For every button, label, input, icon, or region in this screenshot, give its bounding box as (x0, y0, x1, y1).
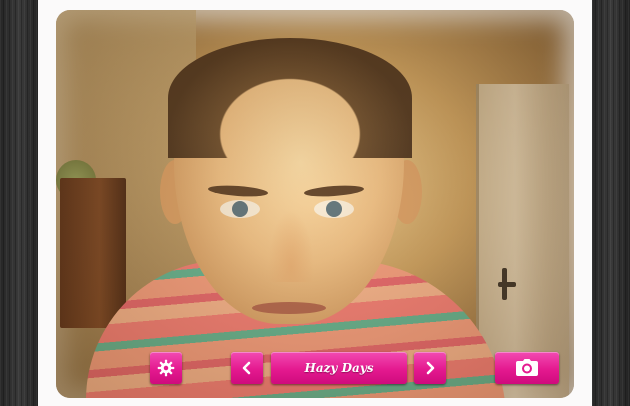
photo-frame: Hazy Days (38, 0, 592, 406)
filter-name-button[interactable]: Hazy Days (271, 352, 407, 384)
chevron-right-icon (424, 361, 436, 375)
settings-button[interactable] (150, 352, 182, 384)
camera-icon (515, 359, 539, 377)
camera-preview (56, 10, 574, 398)
previous-filter-button[interactable] (231, 352, 263, 384)
wood-panel-right (592, 0, 630, 406)
next-filter-button[interactable] (414, 352, 446, 384)
filter-name-label: Hazy Days (304, 361, 374, 375)
chevron-left-icon (241, 361, 253, 375)
wood-panel-left (0, 0, 40, 406)
gear-icon (157, 359, 175, 377)
take-photo-button[interactable] (495, 352, 559, 384)
filter-haze-overlay (56, 10, 574, 398)
